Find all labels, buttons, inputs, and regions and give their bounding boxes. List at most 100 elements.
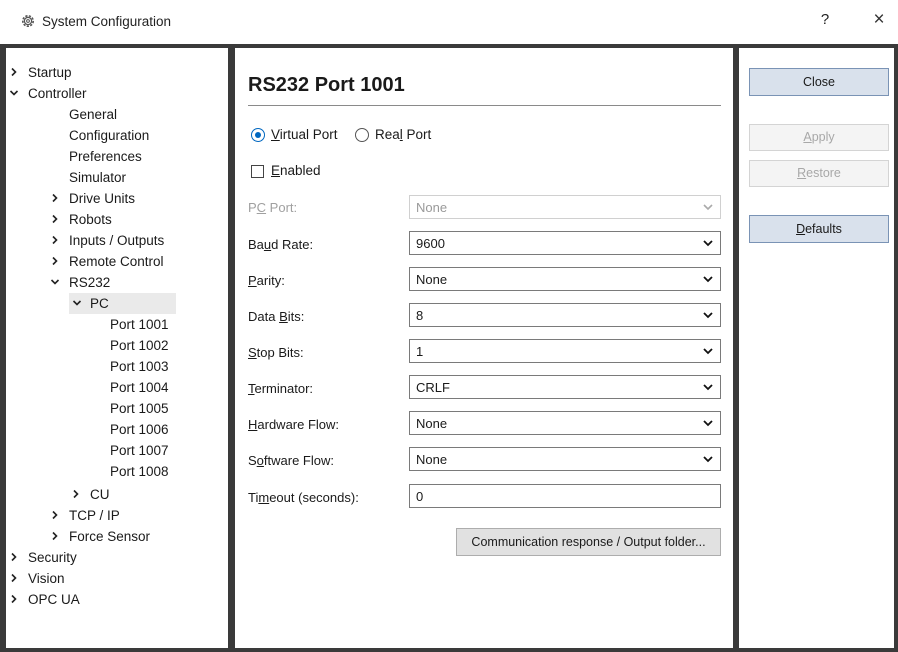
tree-item-label: Port 1005 — [110, 401, 169, 416]
software-flow-select[interactable]: None — [409, 447, 721, 471]
tree-item-general[interactable]: General — [69, 104, 117, 125]
action-buttons-panel: Close Apply Restore Defaults — [739, 48, 894, 648]
tree-item-label: Port 1007 — [110, 443, 169, 458]
chevron-down-icon[interactable] — [49, 272, 61, 293]
navigation-tree: Startup Controller General Configuration… — [6, 48, 228, 648]
chevron-down-icon — [703, 348, 713, 355]
tree-item-label: TCP / IP — [69, 508, 120, 523]
enabled-label[interactable]: Enabled — [271, 163, 321, 178]
chevron-right-icon[interactable] — [49, 526, 61, 547]
tree-item-label: Port 1006 — [110, 422, 169, 437]
chevron-right-icon[interactable] — [70, 484, 82, 505]
tree-item-opc-ua[interactable]: OPC UA — [11, 589, 80, 610]
virtual-port-label[interactable]: Virtual Port — [271, 127, 338, 142]
tree-item-port[interactable]: Port 1001 — [110, 314, 169, 335]
tree-item-port[interactable]: Port 1005 — [110, 398, 169, 419]
settings-panel: RS232 Port 1001 Virtual Port Real Port E… — [235, 48, 733, 648]
terminator-select[interactable]: CRLF — [409, 375, 721, 399]
chevron-right-icon[interactable] — [8, 62, 20, 83]
close-window-button[interactable]: × — [868, 9, 890, 33]
chevron-down-icon[interactable] — [8, 83, 20, 104]
tree-item-port[interactable]: Port 1004 — [110, 377, 169, 398]
tree-item-simulator[interactable]: Simulator — [69, 167, 126, 188]
real-port-radio[interactable] — [355, 128, 369, 142]
chevron-right-icon[interactable] — [49, 505, 61, 526]
real-port-label[interactable]: Real Port — [375, 127, 431, 142]
virtual-port-radio[interactable] — [251, 128, 265, 142]
chevron-down-icon — [703, 384, 713, 391]
tree-item-label: Vision — [28, 571, 65, 586]
enabled-checkbox[interactable] — [251, 165, 264, 178]
tree-item-port[interactable]: Port 1002 — [110, 335, 169, 356]
chevron-right-icon[interactable] — [8, 547, 20, 568]
tree-item-label: Remote Control — [69, 254, 164, 269]
tree-item-port[interactable]: Port 1008 — [110, 461, 169, 482]
tree-item-controller[interactable]: Controller — [9, 83, 87, 104]
tree-item-label: Port 1008 — [110, 464, 169, 479]
communication-output-folder-button[interactable]: Communication response / Output folder..… — [456, 528, 721, 556]
tree-item-tcp-ip[interactable]: TCP / IP — [52, 505, 120, 526]
tree-item-label: Port 1004 — [110, 380, 169, 395]
baud-rate-select[interactable]: 9600 — [409, 231, 721, 255]
tree-item-label: Robots — [69, 212, 112, 227]
tree-item-drive-units[interactable]: Drive Units — [52, 188, 136, 209]
parity-select[interactable]: None — [409, 267, 721, 291]
tree-item-label: Controller — [28, 86, 87, 101]
tree-item-vision[interactable]: Vision — [11, 568, 65, 589]
chevron-down-icon — [703, 312, 713, 319]
tree-item-label: Port 1002 — [110, 338, 169, 353]
tree-item-label: Port 1003 — [110, 359, 169, 374]
chevron-right-icon[interactable] — [8, 589, 20, 610]
tree-item-port[interactable]: Port 1003 — [110, 356, 169, 377]
tree-item-label: Simulator — [69, 170, 127, 185]
gear-icon — [20, 13, 36, 29]
chevron-right-icon[interactable] — [49, 230, 61, 251]
tree-item-label: RS232 — [69, 275, 111, 290]
chevron-down-icon[interactable] — [71, 293, 83, 314]
tree-item-startup[interactable]: Startup — [11, 62, 72, 83]
defaults-button[interactable]: Defaults — [749, 215, 889, 243]
tree-item-rs232[interactable]: RS232 — [50, 272, 111, 293]
tree-item-inputs-outputs[interactable]: Inputs / Outputs — [52, 230, 164, 251]
chevron-down-icon — [703, 276, 713, 283]
tree-item-preferences[interactable]: Preferences — [69, 146, 142, 167]
pc-port-select: None — [409, 195, 721, 219]
tree-item-label: OPC UA — [28, 592, 80, 607]
tree-item-label: Drive Units — [69, 191, 136, 206]
chevron-down-icon — [703, 456, 713, 463]
chevron-right-icon[interactable] — [49, 209, 61, 230]
tree-item-force-sensor[interactable]: Force Sensor — [52, 526, 151, 547]
tree-item-cu[interactable]: CU — [73, 484, 110, 505]
help-button[interactable]: ? — [814, 11, 836, 33]
data-bits-select[interactable]: 8 — [409, 303, 721, 327]
tree-item-configuration[interactable]: Configuration — [69, 125, 149, 146]
tree-item-robots[interactable]: Robots — [52, 209, 112, 230]
close-button[interactable]: Close — [749, 68, 889, 96]
window-title: System Configuration — [42, 14, 172, 29]
tree-item-port[interactable]: Port 1007 — [110, 440, 169, 461]
tree-item-remote-control[interactable]: Remote Control — [52, 251, 164, 272]
tree-item-label: Preferences — [69, 149, 142, 164]
parity-label: Parity: — [248, 273, 285, 288]
chevron-right-icon[interactable] — [49, 188, 61, 209]
tree-item-label: General — [69, 107, 118, 122]
stop-bits-label: Stop Bits: — [248, 345, 304, 360]
tree-item-label: Startup — [28, 65, 72, 80]
stop-bits-select[interactable]: 1 — [409, 339, 721, 363]
page-title: RS232 Port 1001 — [248, 74, 405, 96]
tree-item-port[interactable]: Port 1006 — [110, 419, 169, 440]
restore-button[interactable]: Restore — [749, 160, 889, 187]
tree-item-label: Force Sensor — [69, 529, 151, 544]
data-bits-label: Data Bits: — [248, 309, 305, 324]
hardware-flow-select[interactable]: None — [409, 411, 721, 435]
chevron-right-icon[interactable] — [49, 251, 61, 272]
timeout-label: Timeout (seconds): — [248, 490, 359, 505]
tree-item-pc[interactable]: PC — [69, 293, 176, 314]
apply-button[interactable]: Apply — [749, 124, 889, 151]
timeout-input[interactable]: 0 — [409, 484, 721, 508]
chevron-down-icon — [703, 420, 713, 427]
tree-item-security[interactable]: Security — [11, 547, 77, 568]
chevron-down-icon — [703, 204, 713, 211]
hardware-flow-label: Hardware Flow: — [248, 417, 340, 432]
chevron-right-icon[interactable] — [8, 568, 20, 589]
